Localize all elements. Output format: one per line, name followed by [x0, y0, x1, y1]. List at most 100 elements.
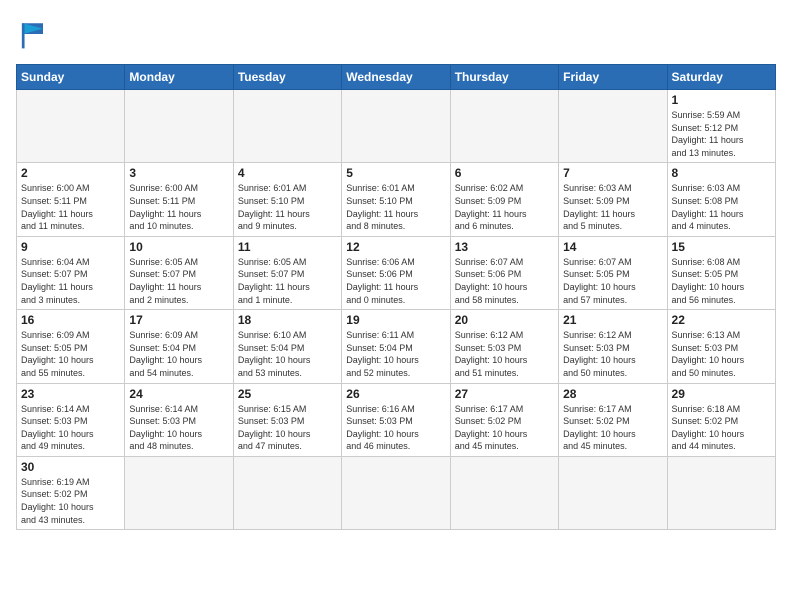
empty-cell [342, 456, 450, 529]
day-info: Sunrise: 6:01 AM Sunset: 5:10 PM Dayligh… [238, 182, 337, 232]
empty-cell [559, 90, 667, 163]
weekday-header-saturday: Saturday [667, 65, 775, 90]
day-number: 15 [672, 240, 771, 254]
day-number: 17 [129, 313, 228, 327]
day-number: 29 [672, 387, 771, 401]
day-cell-1: 1 Sunrise: 5:59 AM Sunset: 5:12 PM Daylig… [667, 90, 775, 163]
day-cell-17: 17 Sunrise: 6:09 AM Sunset: 5:04 PM Dayli… [125, 310, 233, 383]
day-info: Sunrise: 6:14 AM Sunset: 5:03 PM Dayligh… [21, 403, 120, 453]
day-info: Sunrise: 6:01 AM Sunset: 5:10 PM Dayligh… [346, 182, 445, 232]
day-cell-14: 14Sunrise: 6:07 AM Sunset: 5:05 PM Dayli… [559, 236, 667, 309]
day-number: 22 [672, 313, 771, 327]
day-cell-2: 2Sunrise: 6:00 AM Sunset: 5:11 PM Daylig… [17, 163, 125, 236]
day-cell-30: 30 Sunrise: 6:19 AM Sunset: 5:02 PM Dayli… [17, 456, 125, 529]
day-info: Sunrise: 6:12 AM Sunset: 5:03 PM Dayligh… [563, 329, 662, 379]
day-info: Sunrise: 5:59 AM Sunset: 5:12 PM Dayligh… [672, 109, 771, 159]
empty-cell [667, 456, 775, 529]
empty-cell [559, 456, 667, 529]
day-cell-20: 20 Sunrise: 6:12 AM Sunset: 5:03 PM Dayli… [450, 310, 558, 383]
day-info: Sunrise: 6:00 AM Sunset: 5:11 PM Dayligh… [129, 182, 228, 232]
day-number: 5 [346, 166, 445, 180]
day-info: Sunrise: 6:13 AM Sunset: 5:03 PM Dayligh… [672, 329, 771, 379]
day-number: 20 [455, 313, 554, 327]
day-info: Sunrise: 6:04 AM Sunset: 5:07 PM Dayligh… [21, 256, 120, 306]
day-info: Sunrise: 6:05 AM Sunset: 5:07 PM Dayligh… [129, 256, 228, 306]
day-info: Sunrise: 6:10 AM Sunset: 5:04 PM Dayligh… [238, 329, 337, 379]
day-info: Sunrise: 6:19 AM Sunset: 5:02 PM Dayligh… [21, 476, 120, 526]
day-info: Sunrise: 6:18 AM Sunset: 5:02 PM Dayligh… [672, 403, 771, 453]
day-number: 12 [346, 240, 445, 254]
calendar-week-row: 23 Sunrise: 6:14 AM Sunset: 5:03 PM Dayli… [17, 383, 776, 456]
calendar-week-row: 2 Sunrise: 6:00 AM Sunset: 5:11 PM Daylig… [17, 163, 776, 236]
weekday-header-row: SundayMondayTuesdayWednesdayThursdayFrid… [17, 65, 776, 90]
day-cell-29: 29 Sunrise: 6:18 AM Sunset: 5:02 PM Dayli… [667, 383, 775, 456]
day-number: 28 [563, 387, 662, 401]
day-number: 21 [563, 313, 662, 327]
day-info: Sunrise: 6:14 AM Sunset: 5:03 PM Dayligh… [129, 403, 228, 453]
day-cell-24: 24 Sunrise: 6:14 AM Sunset: 5:03 PM Dayli… [125, 383, 233, 456]
day-cell-7: 7Sunrise: 6:03 AM Sunset: 5:09 PM Daylig… [559, 163, 667, 236]
day-cell-26: 26 Sunrise: 6:16 AM Sunset: 5:03 PM Dayli… [342, 383, 450, 456]
day-number: 19 [346, 313, 445, 327]
day-number: 16 [21, 313, 120, 327]
day-cell-22: 22 Sunrise: 6:13 AM Sunset: 5:03 PM Dayli… [667, 310, 775, 383]
day-info: Sunrise: 6:02 AM Sunset: 5:09 PM Dayligh… [455, 182, 554, 232]
day-cell-13: 13Sunrise: 6:07 AM Sunset: 5:06 PM Dayli… [450, 236, 558, 309]
calendar-week-row: 30 Sunrise: 6:19 AM Sunset: 5:02 PM Dayli… [17, 456, 776, 529]
empty-cell [125, 90, 233, 163]
day-number: 18 [238, 313, 337, 327]
day-number: 7 [563, 166, 662, 180]
day-number: 30 [21, 460, 120, 474]
day-number: 4 [238, 166, 337, 180]
empty-cell [450, 90, 558, 163]
logo-icon [16, 16, 52, 52]
day-number: 24 [129, 387, 228, 401]
empty-cell [233, 90, 341, 163]
day-number: 8 [672, 166, 771, 180]
day-info: Sunrise: 6:12 AM Sunset: 5:03 PM Dayligh… [455, 329, 554, 379]
day-cell-15: 15 Sunrise: 6:08 AM Sunset: 5:05 PM Dayli… [667, 236, 775, 309]
day-number: 27 [455, 387, 554, 401]
day-number: 3 [129, 166, 228, 180]
day-info: Sunrise: 6:11 AM Sunset: 5:04 PM Dayligh… [346, 329, 445, 379]
day-cell-19: 19 Sunrise: 6:11 AM Sunset: 5:04 PM Dayli… [342, 310, 450, 383]
day-number: 26 [346, 387, 445, 401]
day-number: 9 [21, 240, 120, 254]
weekday-header-wednesday: Wednesday [342, 65, 450, 90]
day-cell-21: 21 Sunrise: 6:12 AM Sunset: 5:03 PM Dayli… [559, 310, 667, 383]
day-cell-10: 10 Sunrise: 6:05 AM Sunset: 5:07 PM Dayli… [125, 236, 233, 309]
day-number: 2 [21, 166, 120, 180]
empty-cell [17, 90, 125, 163]
day-number: 14 [563, 240, 662, 254]
day-info: Sunrise: 6:16 AM Sunset: 5:03 PM Dayligh… [346, 403, 445, 453]
day-cell-6: 6 Sunrise: 6:02 AM Sunset: 5:09 PM Daylig… [450, 163, 558, 236]
logo [16, 16, 58, 52]
empty-cell [125, 456, 233, 529]
calendar-week-row: 1 Sunrise: 5:59 AM Sunset: 5:12 PM Daylig… [17, 90, 776, 163]
weekday-header-monday: Monday [125, 65, 233, 90]
day-number: 6 [455, 166, 554, 180]
weekday-header-tuesday: Tuesday [233, 65, 341, 90]
day-info: Sunrise: 6:03 AM Sunset: 5:08 PM Dayligh… [672, 182, 771, 232]
day-cell-8: 8 Sunrise: 6:03 AM Sunset: 5:08 PM Daylig… [667, 163, 775, 236]
day-info: Sunrise: 6:06 AM Sunset: 5:06 PM Dayligh… [346, 256, 445, 306]
day-number: 25 [238, 387, 337, 401]
day-info: Sunrise: 6:09 AM Sunset: 5:04 PM Dayligh… [129, 329, 228, 379]
calendar-body: 1 Sunrise: 5:59 AM Sunset: 5:12 PM Daylig… [17, 90, 776, 530]
calendar-week-row: 9 Sunrise: 6:04 AM Sunset: 5:07 PM Daylig… [17, 236, 776, 309]
day-cell-16: 16Sunrise: 6:09 AM Sunset: 5:05 PM Dayli… [17, 310, 125, 383]
day-cell-5: 5 Sunrise: 6:01 AM Sunset: 5:10 PM Daylig… [342, 163, 450, 236]
empty-cell [342, 90, 450, 163]
day-number: 23 [21, 387, 120, 401]
day-cell-28: 28Sunrise: 6:17 AM Sunset: 5:02 PM Dayli… [559, 383, 667, 456]
day-cell-25: 25Sunrise: 6:15 AM Sunset: 5:03 PM Dayli… [233, 383, 341, 456]
day-cell-18: 18 Sunrise: 6:10 AM Sunset: 5:04 PM Dayli… [233, 310, 341, 383]
day-number: 10 [129, 240, 228, 254]
empty-cell [450, 456, 558, 529]
day-number: 1 [672, 93, 771, 107]
day-info: Sunrise: 6:08 AM Sunset: 5:05 PM Dayligh… [672, 256, 771, 306]
day-cell-11: 11Sunrise: 6:05 AM Sunset: 5:07 PM Dayli… [233, 236, 341, 309]
day-cell-3: 3 Sunrise: 6:00 AM Sunset: 5:11 PM Daylig… [125, 163, 233, 236]
day-cell-12: 12 Sunrise: 6:06 AM Sunset: 5:06 PM Dayli… [342, 236, 450, 309]
weekday-header-friday: Friday [559, 65, 667, 90]
